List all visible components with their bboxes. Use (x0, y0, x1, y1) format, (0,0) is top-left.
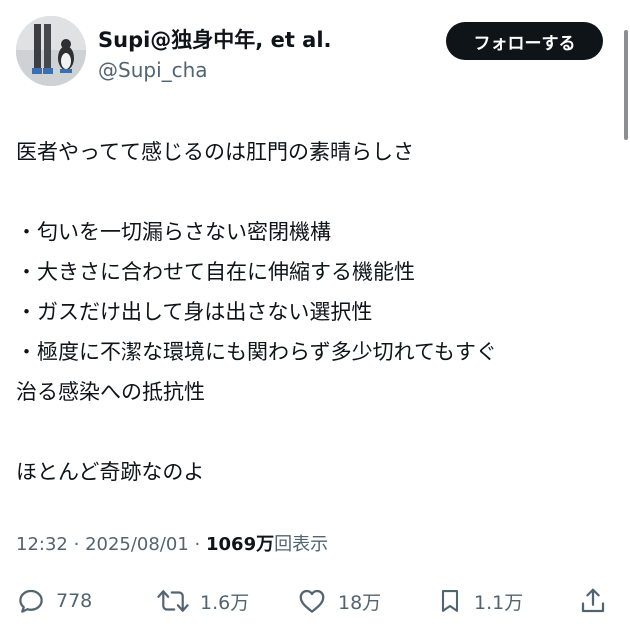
bookmark-button[interactable]: 1.1万 (436, 578, 523, 624)
display-name[interactable]: Supi@独身中年, et al. (98, 26, 332, 54)
bookmark-count: 1.1万 (474, 591, 524, 614)
like-count: 18万 (338, 591, 382, 614)
like-button[interactable]: 18万 (296, 578, 381, 624)
body-line (16, 172, 616, 212)
body-line: ・極度に不潔な環境にも関わらず多少切れてもすぐ (16, 340, 497, 364)
meta-separator: · (73, 534, 86, 555)
body-line: ・大きさに合わせて自在に伸縮する機能性 (16, 260, 415, 284)
repost-count: 1.6万 (200, 591, 250, 614)
meta-separator: · (194, 534, 206, 555)
views-count: 1069万 (206, 534, 275, 555)
views-label: 回表示 (274, 534, 329, 555)
share-button[interactable] (578, 578, 608, 624)
body-line (16, 412, 616, 452)
post-meta: 12:32 · 2025/08/01 · 1069万回表示 (16, 530, 328, 560)
action-bar: 778 1.6万 18万 1.1万 (0, 578, 630, 624)
bookmark-icon (441, 590, 459, 612)
reply-button[interactable]: 778 (16, 578, 92, 624)
body-line: ・匂いを一切漏らさない密閉機構 (16, 220, 331, 244)
author-block: Supi@独身中年, et al. @Supi_cha (98, 26, 332, 84)
reply-icon (19, 589, 43, 613)
post-time[interactable]: 12:32 (16, 534, 68, 555)
handle[interactable]: @Supi_cha (98, 56, 332, 84)
body-line: ほとんど奇跡なのよ (16, 460, 205, 484)
follow-button[interactable]: フォローする (446, 22, 603, 60)
reply-count: 778 (56, 590, 93, 612)
avatar[interactable] (16, 16, 86, 86)
scrollbar[interactable] (624, 30, 628, 140)
body-line: 治る感染への抵抗性 (16, 380, 205, 404)
repost-button[interactable]: 1.6万 (156, 578, 249, 624)
body-line: ・ガスだけ出して身は出さない選択性 (16, 300, 373, 324)
post-date[interactable]: 2025/08/01 (85, 534, 189, 555)
heart-icon (299, 589, 325, 613)
body-line: 医者やってて感じるのは肛門の素晴らしさ (16, 140, 414, 164)
avatar-image (16, 16, 86, 86)
post-body: 医者やってて感じるのは肛門の素晴らしさ ・匂いを一切漏らさない密閉機構 ・大きさ… (16, 132, 616, 492)
share-icon (581, 588, 605, 613)
repost-icon (157, 590, 189, 612)
